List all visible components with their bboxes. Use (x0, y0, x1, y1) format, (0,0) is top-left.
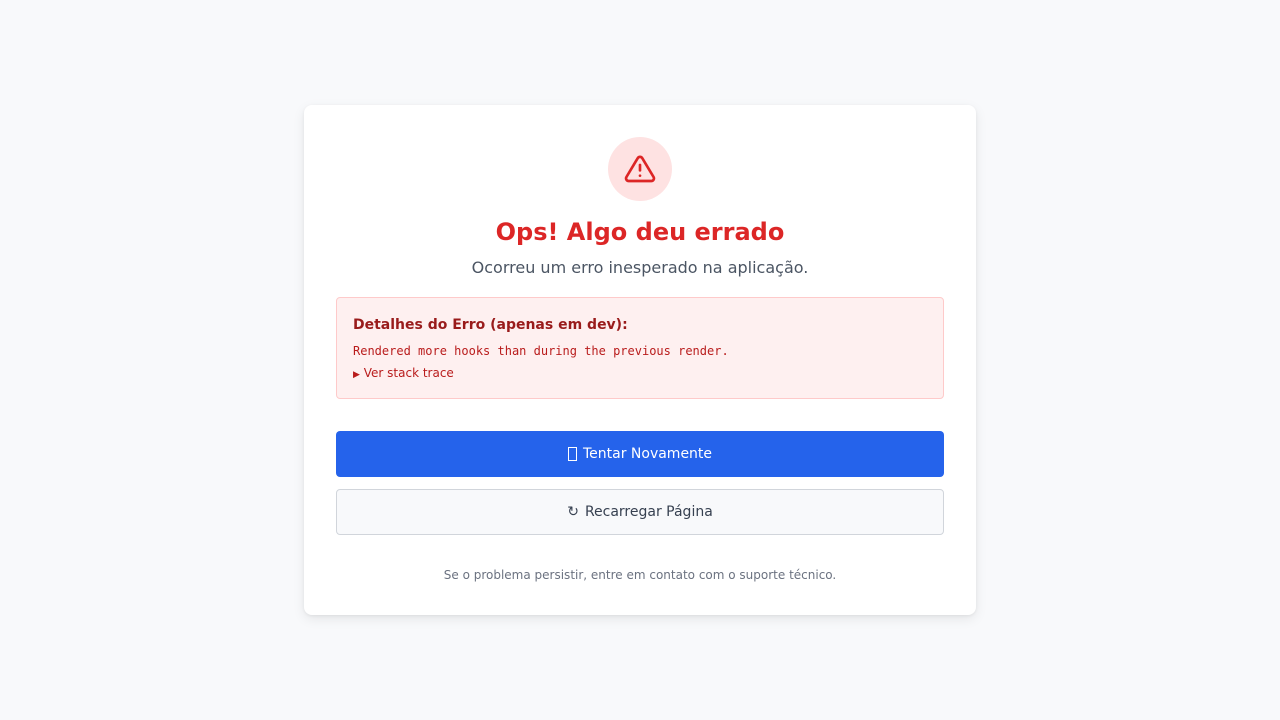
error-details-heading: Detalhes do Erro (apenas em dev): (353, 317, 628, 333)
error-title: Ops! Algo deu errado (495, 218, 785, 246)
retry-button[interactable]: Tentar Novamente (336, 431, 944, 477)
reload-page-button[interactable]: ↻ Recarregar Página (336, 489, 944, 535)
error-details-panel: Detalhes do Erro (apenas em dev): Render… (336, 297, 944, 399)
error-card: Ops! Algo deu errado Ocorreu um erro ine… (304, 105, 976, 615)
support-footer-note: Se o problema persistir, entre em contat… (443, 568, 837, 582)
reload-icon: ↻ (567, 504, 579, 520)
retry-button-label: Tentar Novamente (582, 446, 713, 462)
error-subtitle: Ocorreu um erro inesperado na aplicação. (471, 258, 809, 277)
stack-trace-toggle[interactable]: ▶ Ver stack trace (353, 365, 927, 383)
error-message: Rendered more hooks than during the prev… (353, 344, 729, 358)
warning-triangle-icon (624, 155, 656, 183)
error-icon-badge (608, 137, 672, 201)
retry-icon (567, 447, 577, 461)
reload-page-button-label: Recarregar Página (584, 504, 713, 520)
disclosure-arrow-icon: ▶ (353, 370, 360, 380)
stack-trace-toggle-label: Ver stack trace (363, 366, 454, 380)
